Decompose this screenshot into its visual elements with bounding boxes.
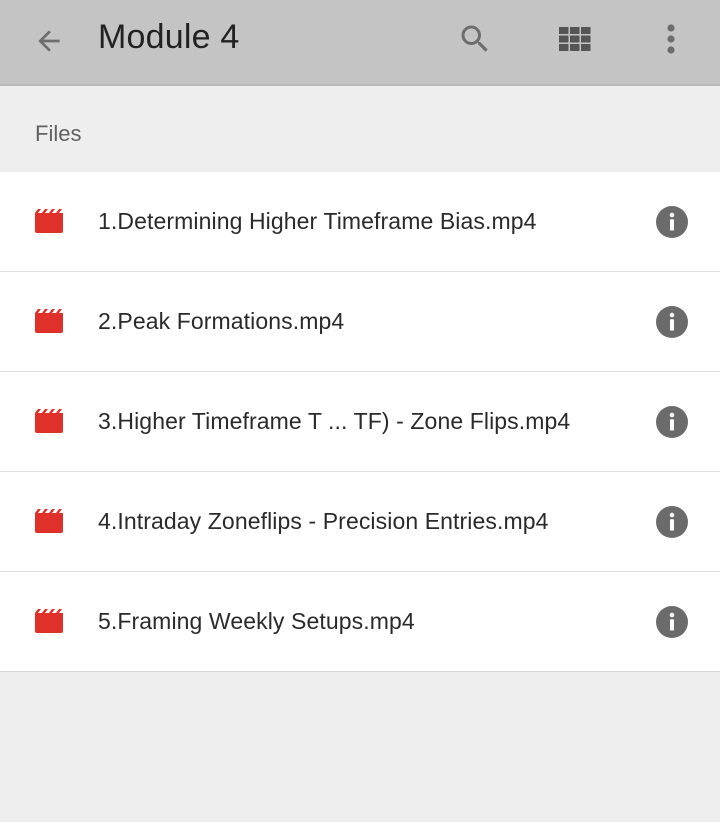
grid-view-button[interactable] — [552, 16, 598, 62]
app-bar: Module 4 — [0, 0, 720, 86]
more-vert-icon — [667, 24, 675, 54]
file-name: 5.Framing Weekly Setups.mp4 — [98, 608, 415, 634]
files-section-header: Files — [0, 88, 720, 172]
list-item[interactable]: 2.Peak Formations.mp4 — [0, 272, 720, 372]
list-item[interactable]: 1.Determining Higher Timeframe Bias.mp4 — [0, 172, 720, 272]
info-icon[interactable] — [656, 206, 688, 238]
list-item[interactable]: 4.Intraday Zoneflips - Precision Entries… — [0, 472, 720, 572]
search-icon — [461, 25, 488, 52]
section-label: Files — [35, 121, 82, 146]
grid-view-icon — [559, 27, 591, 51]
video-clapper-icon — [35, 409, 63, 433]
file-name: 3.Higher Timeframe T ... TF) - Zone Flip… — [98, 408, 571, 434]
file-name: 4.Intraday Zoneflips - Precision Entries… — [98, 508, 549, 534]
video-clapper-icon — [35, 309, 63, 333]
video-clapper-icon — [35, 509, 63, 533]
info-icon[interactable] — [656, 506, 688, 538]
info-icon[interactable] — [656, 406, 688, 438]
info-icon[interactable] — [656, 306, 688, 338]
back-button[interactable] — [26, 18, 72, 64]
video-clapper-icon — [35, 209, 63, 233]
list-item[interactable]: 5.Framing Weekly Setups.mp4 — [0, 572, 720, 671]
more-options-button[interactable] — [648, 16, 694, 62]
list-item[interactable]: 3.Higher Timeframe T ... TF) - Zone Flip… — [0, 372, 720, 472]
arrow-back-icon — [38, 30, 60, 52]
file-name: 1.Determining Higher Timeframe Bias.mp4 — [98, 208, 537, 234]
file-name: 2.Peak Formations.mp4 — [98, 308, 345, 334]
page-title: Module 4 — [98, 18, 240, 56]
info-icon[interactable] — [656, 606, 688, 638]
file-list: 1.Determining Higher Timeframe Bias.mp4 … — [0, 172, 720, 672]
video-clapper-icon — [35, 609, 63, 633]
search-button[interactable] — [452, 16, 498, 62]
